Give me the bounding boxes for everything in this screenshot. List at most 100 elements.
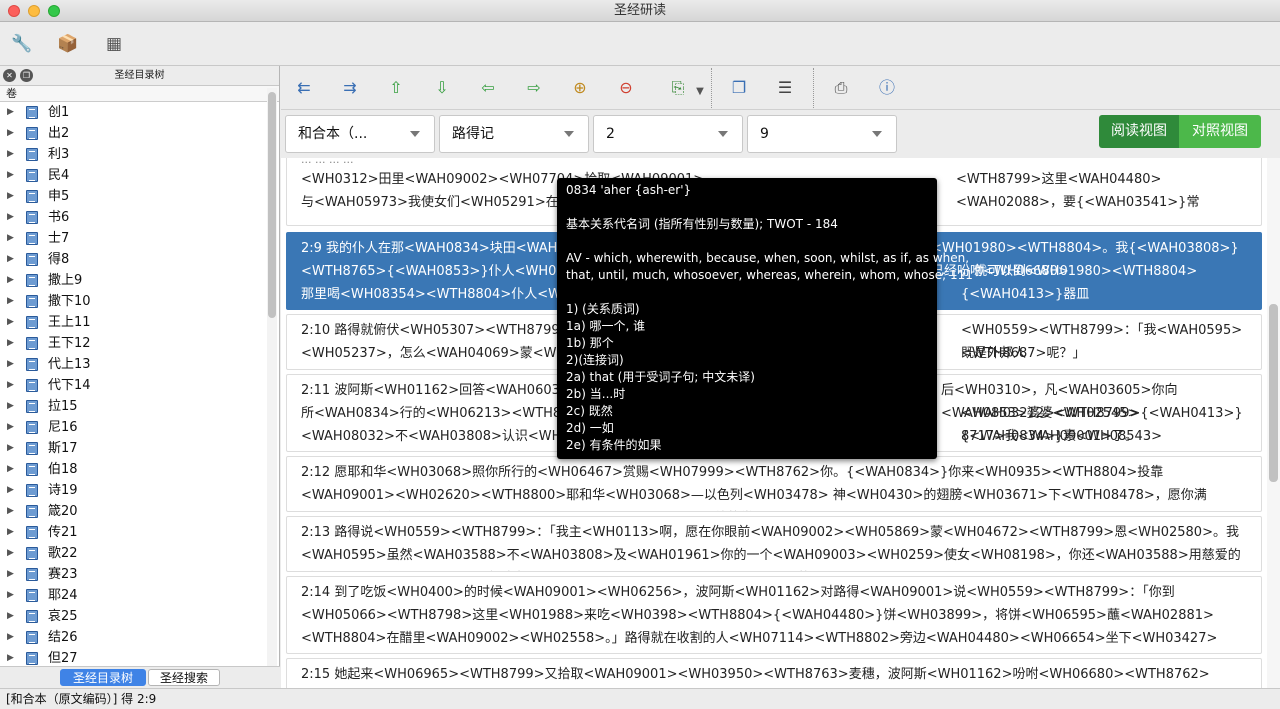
disclosure-triangle-icon[interactable]: ▶: [7, 123, 14, 144]
disclosure-triangle-icon[interactable]: ▶: [7, 522, 14, 543]
detach-panel-icon[interactable]: ❐: [20, 69, 33, 82]
title-bar: 圣经研读: [0, 0, 1280, 22]
content-scroll-thumb[interactable]: [1269, 304, 1278, 482]
print-icon[interactable]: ⎙: [828, 76, 854, 100]
book-item[interactable]: ▶ 出2: [0, 123, 279, 144]
disclosure-triangle-icon[interactable]: ▶: [7, 354, 14, 375]
chevron-down-icon: [564, 131, 574, 137]
book-list-scroll-thumb[interactable]: [268, 92, 276, 318]
disclosure-triangle-icon[interactable]: ▶: [7, 333, 14, 354]
book-item[interactable]: ▶ 王下12: [0, 333, 279, 354]
book-item[interactable]: ▶ 结26: [0, 627, 279, 648]
verse-2-14[interactable]: 2:14 到了吃饭<WH0400>的时候<WAH09001><WH06256>，…: [286, 576, 1262, 654]
book-item[interactable]: ▶ 斯17: [0, 438, 279, 459]
book-item[interactable]: ▶ 代下14: [0, 375, 279, 396]
book-item[interactable]: ▶ 传21: [0, 522, 279, 543]
disclosure-triangle-icon[interactable]: ▶: [7, 228, 14, 249]
book-item[interactable]: ▶ 申5: [0, 186, 279, 207]
book-list-scrollbar[interactable]: [267, 88, 277, 668]
selector-row: 和合本（... 路得记 2 9 阅读视图 对照视图: [281, 110, 1280, 158]
verse-2-13[interactable]: 2:13 路得说<WH0559><WTH8799>：「我主<WH0113>啊，愿…: [286, 516, 1262, 572]
disclosure-triangle-icon[interactable]: ▶: [7, 606, 14, 627]
disclosure-triangle-icon[interactable]: ▶: [7, 396, 14, 417]
arrow-left-icon[interactable]: ⇦: [475, 76, 501, 100]
book-item[interactable]: ▶ 尼16: [0, 417, 279, 438]
verse-2-12[interactable]: 2:12 愿耶和华<WH03068>照你所行的<WH06467>赏赐<WH079…: [286, 456, 1262, 512]
book-item[interactable]: ▶ 歌22: [0, 543, 279, 564]
dropdown-caret-icon[interactable]: ▼: [687, 80, 713, 104]
disclosure-triangle-icon[interactable]: ▶: [7, 270, 14, 291]
verse-text: 8717>我<WAH09001>了。: [961, 429, 1138, 444]
book-item[interactable]: ▶ 书6: [0, 207, 279, 228]
close-panel-icon[interactable]: ✕: [3, 69, 16, 82]
book-item[interactable]: ▶ 耶24: [0, 585, 279, 606]
version-select[interactable]: 和合本（...: [285, 115, 435, 153]
book-label: 民4: [48, 168, 70, 183]
disclosure-triangle-icon[interactable]: ▶: [7, 144, 14, 165]
book-item[interactable]: ▶ 士7: [0, 228, 279, 249]
book-item[interactable]: ▶ 伯18: [0, 459, 279, 480]
book-item[interactable]: ▶ 拉15: [0, 396, 279, 417]
book-item[interactable]: ▶ 诗19: [0, 480, 279, 501]
disclosure-triangle-icon[interactable]: ▶: [7, 165, 14, 186]
disclosure-triangle-icon[interactable]: ▶: [7, 564, 14, 585]
tooltip-line: [566, 199, 928, 216]
book-item[interactable]: ▶ 赛23: [0, 564, 279, 585]
reading-view-button[interactable]: 阅读视图: [1099, 115, 1179, 148]
disclosure-triangle-icon[interactable]: ▶: [7, 501, 14, 522]
book-item[interactable]: ▶ 民4: [0, 165, 279, 186]
book-item[interactable]: ▶ 箴20: [0, 501, 279, 522]
arrow-up-icon[interactable]: ⇧: [383, 76, 409, 100]
disclosure-triangle-icon[interactable]: ▶: [7, 375, 14, 396]
book-item[interactable]: ▶ 撒上9: [0, 270, 279, 291]
info-icon[interactable]: ⓘ: [874, 76, 900, 100]
zoom-out-icon[interactable]: ⊖: [613, 76, 639, 100]
disclosure-triangle-icon[interactable]: ▶: [7, 102, 14, 123]
tab-bible-tree[interactable]: 圣经目录树: [60, 669, 146, 686]
tab-bible-search[interactable]: 圣经搜索: [148, 669, 220, 686]
book-item[interactable]: ▶ 得8: [0, 249, 279, 270]
disclosure-triangle-icon[interactable]: ▶: [7, 312, 14, 333]
book-item[interactable]: ▶ 撒下10: [0, 291, 279, 312]
minimize-window-button[interactable]: [28, 5, 40, 17]
disclosure-triangle-icon[interactable]: ▶: [7, 627, 14, 648]
wrench-icon[interactable]: 🔧: [10, 32, 34, 56]
columns-icon[interactable]: ☰: [772, 76, 798, 100]
disclosure-triangle-icon[interactable]: ▶: [7, 249, 14, 270]
book-item[interactable]: ▶ 王上11: [0, 312, 279, 333]
book-select[interactable]: 路得记: [439, 115, 589, 153]
book-label: 传21: [48, 525, 78, 540]
book-item[interactable]: ▶ 创1: [0, 102, 279, 123]
verse-text: <WTH8799>这里<WAH04480><WAH02088>，要{<WAH03…: [956, 172, 1200, 210]
verse-2-15[interactable]: 2:15 她起来<WH06965><WTH8799>又拾取<WAH09001><…: [286, 658, 1262, 688]
book-item[interactable]: ▶ 哀25: [0, 606, 279, 627]
chapter-select[interactable]: 2: [593, 115, 743, 153]
disclosure-triangle-icon[interactable]: ▶: [7, 291, 14, 312]
copy-icon[interactable]: ❐: [726, 76, 752, 100]
book-label: 申5: [48, 189, 70, 204]
disclosure-triangle-icon[interactable]: ▶: [7, 186, 14, 207]
forward-icon[interactable]: ⇉: [337, 76, 363, 100]
book-item[interactable]: ▶ 代上13: [0, 354, 279, 375]
disclosure-triangle-icon[interactable]: ▶: [7, 417, 14, 438]
disclosure-triangle-icon[interactable]: ▶: [7, 459, 14, 480]
verse-select[interactable]: 9: [747, 115, 897, 153]
arrow-right-icon[interactable]: ⇨: [521, 76, 547, 100]
package-icon[interactable]: 📦: [56, 32, 80, 56]
zoom-in-icon[interactable]: ⊕: [567, 76, 593, 100]
disclosure-triangle-icon[interactable]: ▶: [7, 480, 14, 501]
arrow-down-icon[interactable]: ⇩: [429, 76, 455, 100]
close-window-button[interactable]: [8, 5, 20, 17]
parallel-view-button[interactable]: 对照视图: [1179, 115, 1261, 148]
book-item[interactable]: ▶ 利3: [0, 144, 279, 165]
content-scrollbar[interactable]: [1267, 158, 1280, 688]
disclosure-triangle-icon[interactable]: ▶: [7, 585, 14, 606]
disclosure-triangle-icon[interactable]: ▶: [7, 438, 14, 459]
back-icon[interactable]: ⇇: [291, 76, 317, 100]
zoom-window-button[interactable]: [48, 5, 60, 17]
verse-text: 2:12 愿耶和华<WH03068>照你所行的<WH06467>赏赐<WH079…: [301, 465, 1207, 503]
verse-cut-line: ··· ··· ··· ···: [301, 158, 354, 168]
disclosure-triangle-icon[interactable]: ▶: [7, 543, 14, 564]
disclosure-triangle-icon[interactable]: ▶: [7, 207, 14, 228]
calculator-icon[interactable]: ▦: [102, 32, 126, 56]
